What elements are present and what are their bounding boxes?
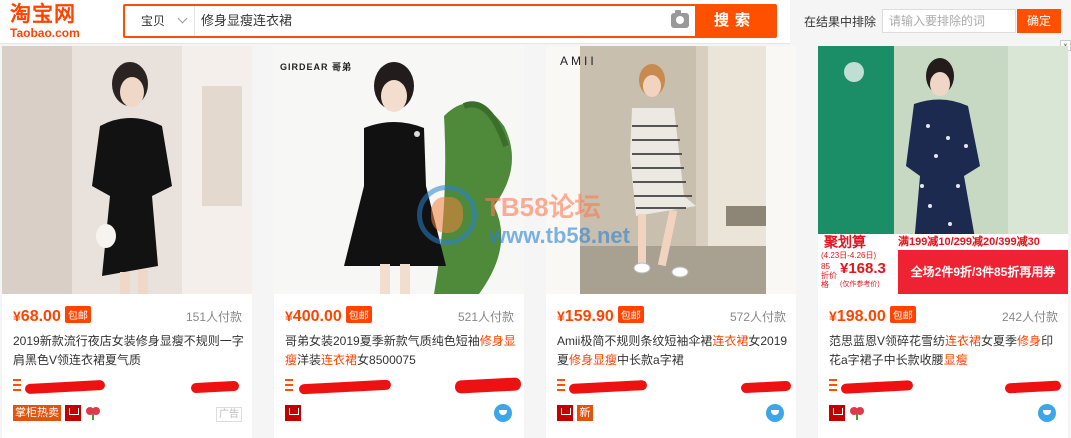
wangwang-chat-icon[interactable] xyxy=(1038,404,1056,422)
price-value: 198.00 xyxy=(836,308,886,325)
redaction-mark xyxy=(740,380,792,394)
title-text: 中长款a字裙 xyxy=(617,353,684,367)
title-highlight: 显瘦 xyxy=(943,353,968,367)
title-highlight: 修身显瘦 xyxy=(569,353,618,367)
promo-price-box: (4.23日-4.26日) 85折价格 ¥168.3 (仅作参考价) xyxy=(818,250,898,294)
product-price: ¥400.00 包邮 xyxy=(285,306,372,326)
chevron-down-icon xyxy=(177,13,188,24)
currency-symbol: ¥ xyxy=(285,308,293,324)
title-text: 女8500075 xyxy=(357,353,416,367)
product-card[interactable]: AMII ¥159.90 包邮 572人付款 Amii极简不规则条纹短袖伞裙连衣裙… xyxy=(546,46,796,438)
tmall-icon[interactable] xyxy=(829,405,845,421)
price-value: 159.90 xyxy=(564,308,614,325)
tmall-icon[interactable] xyxy=(285,405,301,421)
shop-line[interactable] xyxy=(13,377,245,395)
shop-line[interactable] xyxy=(829,377,1062,394)
new-badge[interactable]: 新 xyxy=(577,405,593,421)
title-text: 洋装 xyxy=(297,353,322,367)
exclude-confirm-button[interactable]: 确定 xyxy=(1017,9,1061,33)
promo-tag: 聚划算 xyxy=(824,234,866,250)
product-title[interactable]: Amii极简不规则条纹短袖伞裙连衣裙女2019夏修身显瘦中长款a字裙 xyxy=(557,332,789,370)
shop-icon xyxy=(829,379,837,391)
title-text: 范思蓝恩V领碎花雪纺 xyxy=(829,334,946,348)
product-card[interactable]: ¥68.00 包邮 151人付款 2019新款流行夜店女装修身显瘦不规则一字肩黑色… xyxy=(2,46,252,438)
currency-symbol: ¥ xyxy=(557,308,565,324)
product-image[interactable] xyxy=(2,46,252,294)
sales-count: 521人付款 xyxy=(457,310,514,324)
search-input[interactable]: 修身显瘦连衣裙 xyxy=(201,6,661,36)
ad-label: 广告 xyxy=(216,407,242,422)
title-highlight: 修身 xyxy=(1017,334,1042,348)
product-price: ¥159.90 包邮 xyxy=(557,306,644,326)
sales-count: 572人付款 xyxy=(729,310,786,324)
product-image[interactable]: GIRDEAR 哥弟 xyxy=(274,46,524,294)
rose-icon[interactable] xyxy=(849,405,865,421)
wangwang-chat-icon[interactable] xyxy=(766,404,784,422)
shop-line[interactable] xyxy=(557,377,792,395)
tmall-icon[interactable] xyxy=(557,405,573,421)
free-shipping-tag: 包邮 xyxy=(889,306,916,323)
redaction-mark xyxy=(1004,380,1062,394)
wangwang-chat-icon[interactable] xyxy=(494,404,512,422)
exclude-label: 在结果中排除 xyxy=(804,15,877,29)
product-image[interactable]: AMII xyxy=(546,46,796,294)
currency-symbol: ¥ xyxy=(829,308,837,324)
product-title[interactable]: 2019新款流行夜店女装修身显瘦不规则一字肩黑色V领连衣裙夏气质 xyxy=(13,332,245,370)
redaction-mark xyxy=(568,379,648,395)
search-box: 宝贝 修身显瘦连衣裙 搜索 xyxy=(123,4,777,38)
product-title[interactable]: 范思蓝恩V领碎花雪纺连衣裙女夏季修身印花a字裙子中长款收腰显瘦 xyxy=(829,332,1061,370)
search-scope-label: 宝贝 xyxy=(141,14,166,28)
redaction-mark xyxy=(24,379,106,395)
camera-icon[interactable] xyxy=(671,10,689,28)
promo-note: (仅作参考价) xyxy=(840,281,880,288)
shop-icon xyxy=(557,379,565,391)
redaction-mark xyxy=(190,380,240,394)
search-button[interactable]: 搜索 xyxy=(695,6,775,36)
product-title[interactable]: 哥弟女装2019夏季新款气质纯色短袖修身显瘦洋装连衣裙女8500075 xyxy=(285,332,517,370)
promo-banner: 全场2件9折/3件85折再用券 xyxy=(898,250,1068,294)
exclude-panel: 在结果中排除 请输入要排除的词 确定 xyxy=(790,0,1071,44)
promo-overlay[interactable]: 聚划算 满199减10/299减20/399减30 (4.23日-4.26日) … xyxy=(818,234,1068,294)
product-card[interactable]: 聚划算 满199减10/299减20/399减30 (4.23日-4.26日) … xyxy=(818,46,1068,438)
title-highlight: 连衣裙 xyxy=(945,334,982,348)
title-highlight: 连衣裙 xyxy=(712,334,749,348)
promo-price-label: 85折价格 xyxy=(821,262,837,289)
free-shipping-tag: 包邮 xyxy=(64,306,91,323)
redaction-mark xyxy=(840,380,914,394)
logo-en: Taobao.com xyxy=(10,26,80,40)
tmall-icon[interactable] xyxy=(65,405,81,421)
price-value: 68.00 xyxy=(20,308,61,325)
title-highlight: 连衣裙 xyxy=(321,353,358,367)
title-text: 女夏季 xyxy=(981,334,1018,348)
sales-count: 151人付款 xyxy=(185,310,242,324)
shop-icon xyxy=(13,379,21,391)
exclude-input[interactable]: 请输入要排除的词 xyxy=(882,9,1016,33)
promo-discount: 满199减10/299减20/399减30 xyxy=(898,236,1040,248)
product-price: ¥198.00 包邮 xyxy=(829,306,916,326)
top-bar: 淘宝网 Taobao.com 宝贝 修身显瘦连衣裙 搜索 在结果中排除 请输入要… xyxy=(0,0,1071,44)
brand-logo: GIRDEAR 哥弟 xyxy=(280,62,353,72)
redaction-mark xyxy=(454,377,522,394)
shop-line[interactable] xyxy=(285,377,522,395)
shop-icon xyxy=(285,379,293,391)
product-card[interactable]: GIRDEAR 哥弟 ¥400.00 包邮 521人付款 哥弟女装2019夏季新款… xyxy=(274,46,524,438)
redaction-mark xyxy=(298,379,392,395)
brand-logo: AMII xyxy=(560,54,597,68)
title-text: 哥弟女装2019夏季新款气质纯色短袖 xyxy=(285,334,480,348)
search-scope-select[interactable]: 宝贝 xyxy=(125,6,195,36)
sales-count: 242人付款 xyxy=(1001,310,1058,324)
product-image[interactable]: 聚划算 满199减10/299减20/399减30 (4.23日-4.26日) … xyxy=(818,46,1068,294)
price-value: 400.00 xyxy=(292,308,342,325)
currency-symbol: ¥ xyxy=(13,308,21,324)
rose-icon[interactable] xyxy=(85,405,101,421)
title-text: Amii极简不规则条纹短袖伞裙 xyxy=(557,334,713,348)
product-price: ¥68.00 包邮 xyxy=(13,306,91,326)
free-shipping-tag: 包邮 xyxy=(617,306,644,323)
taobao-logo[interactable]: 淘宝网 Taobao.com xyxy=(10,2,110,42)
hot-seller-badge[interactable]: 掌柜热卖 xyxy=(13,405,61,421)
logo-cn: 淘宝网 xyxy=(10,2,76,26)
promo-price: ¥168.3 xyxy=(840,260,886,277)
free-shipping-tag: 包邮 xyxy=(345,306,372,323)
